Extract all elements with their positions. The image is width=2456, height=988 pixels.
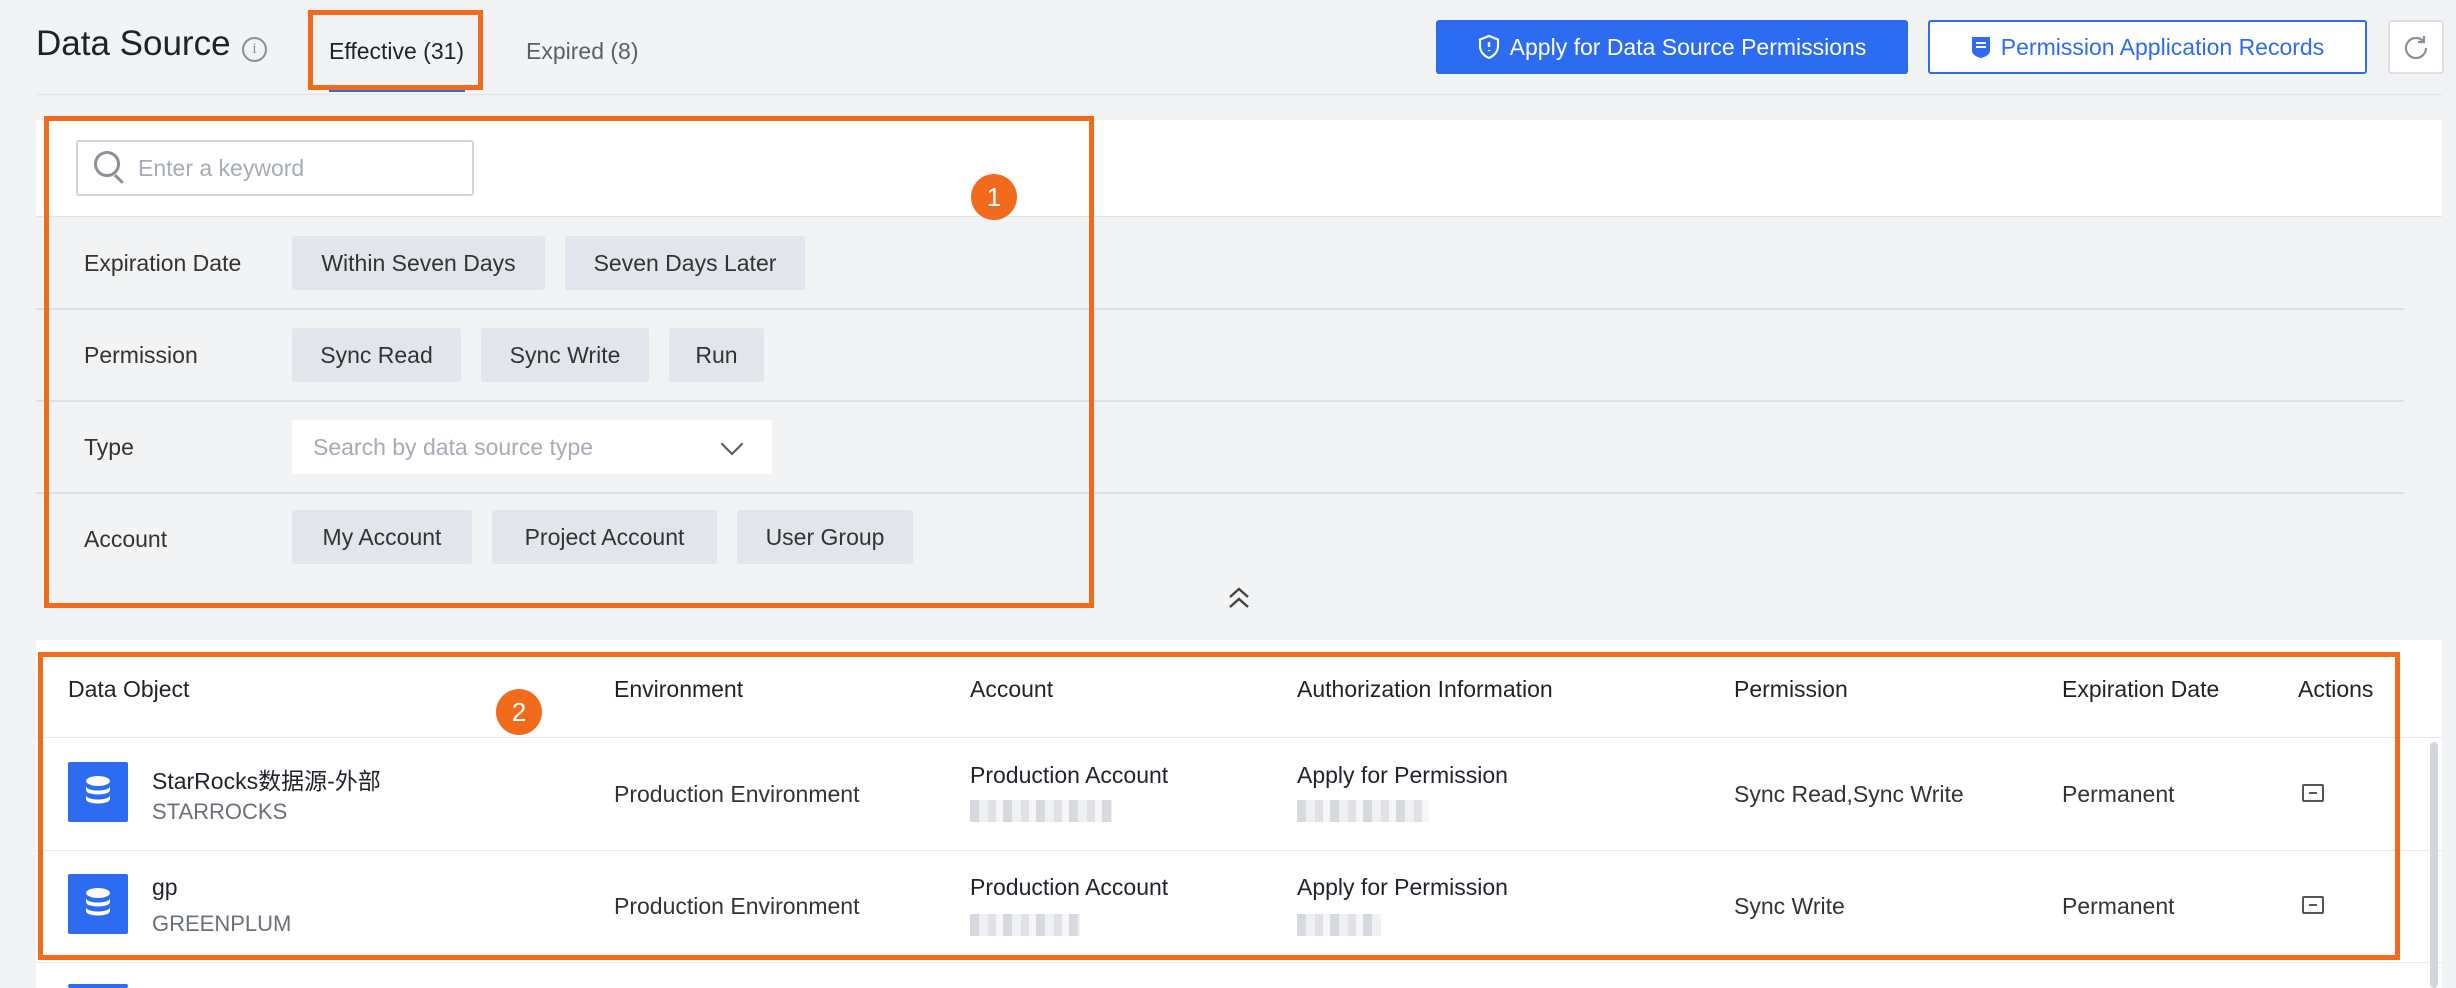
application-records-label: Permission Application Records — [2000, 33, 2325, 60]
row-divider — [36, 962, 2442, 963]
apply-permissions-button[interactable]: Apply for Data Source Permissions — [1436, 20, 1908, 74]
info-icon[interactable]: i — [242, 37, 267, 62]
annotation-badge-2: 2 — [496, 689, 542, 735]
shield-icon — [1478, 35, 1499, 59]
database-icon — [68, 984, 128, 988]
table-scrollbar[interactable] — [2430, 742, 2438, 988]
filter-highlight-box — [44, 116, 1094, 608]
records-icon — [1971, 37, 1990, 58]
tab-highlight-box — [308, 10, 483, 90]
annotation-badge-1: 1 — [971, 174, 1017, 220]
refresh-icon — [2404, 36, 2428, 60]
header-divider — [36, 94, 2442, 95]
page-title: Data Source — [36, 24, 231, 63]
application-records-button[interactable]: Permission Application Records — [1928, 20, 2367, 74]
refresh-button[interactable] — [2388, 20, 2444, 74]
collapse-icon[interactable] — [1228, 586, 1250, 616]
apply-permissions-label: Apply for Data Source Permissions — [1509, 33, 1867, 60]
tab-expired[interactable]: Expired (8) — [526, 38, 638, 65]
table-highlight-box — [38, 652, 2400, 960]
